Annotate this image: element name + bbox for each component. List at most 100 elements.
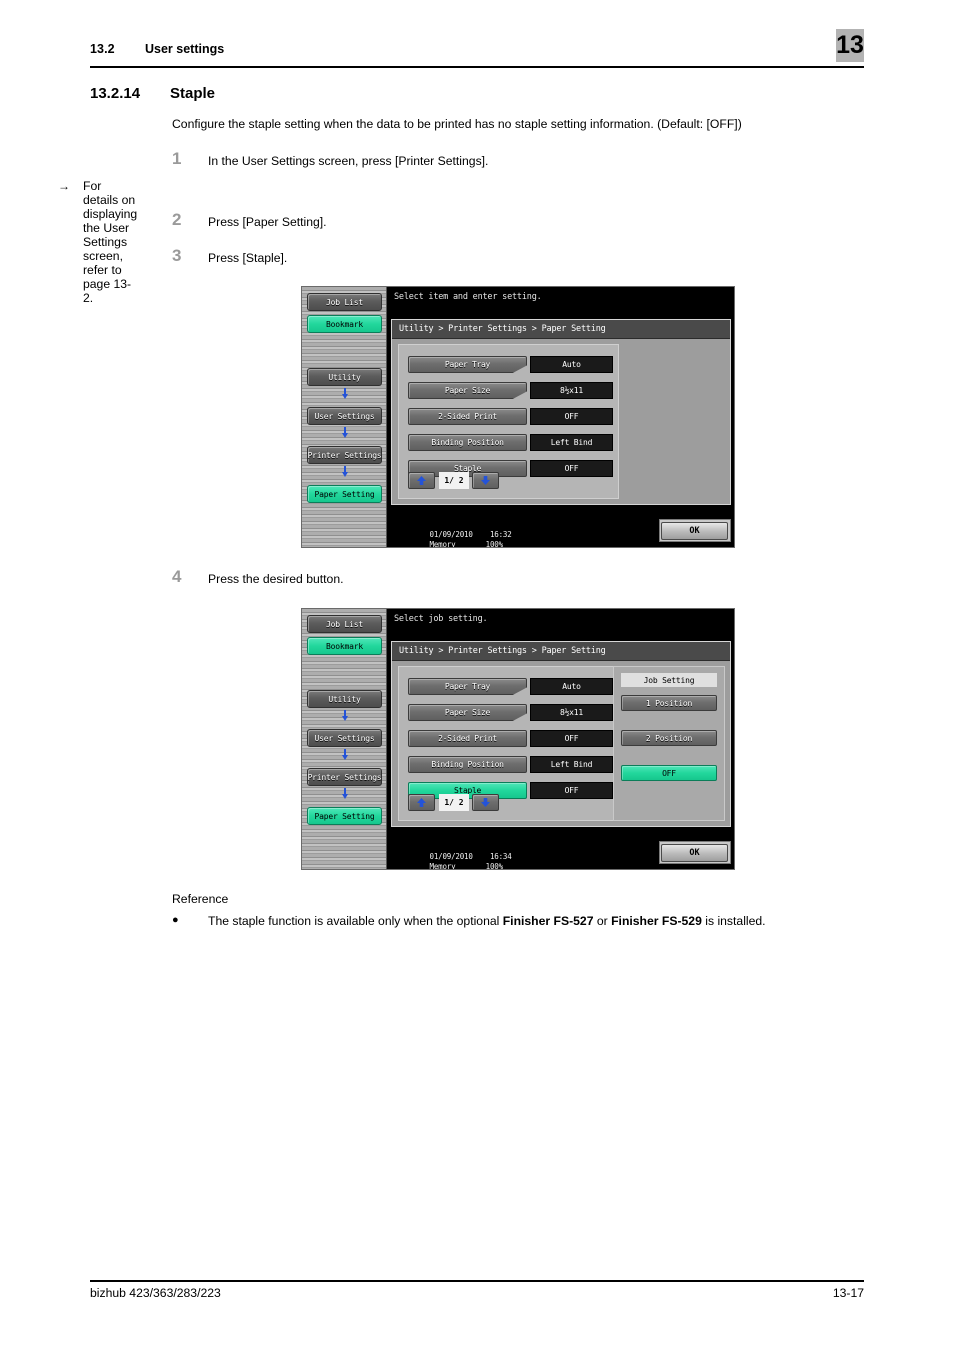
step-4-text: Press the desired button. bbox=[208, 572, 344, 586]
section-title: Staple bbox=[170, 85, 216, 102]
setting-label: 2-Sided Print bbox=[438, 734, 497, 743]
reference-text-mid: or bbox=[593, 914, 612, 928]
pagination: 1/ 2 bbox=[408, 472, 528, 489]
setting-value-binding-position: Left Bind bbox=[530, 756, 613, 773]
lcd-main-area: Select job setting. Utility > Printer Se… bbox=[387, 609, 734, 869]
sidebar-item-paper-setting[interactable]: Paper Setting bbox=[307, 807, 382, 825]
setting-label: Binding Position bbox=[431, 760, 504, 769]
lcd-sidebar: Job List Bookmark Utility User Settings … bbox=[302, 609, 387, 869]
sidebar-item-paper-setting[interactable]: Paper Setting bbox=[307, 485, 382, 503]
table-row: 2-Sided Print OFF bbox=[408, 408, 613, 425]
sidebar-item-label: Utility bbox=[328, 694, 361, 704]
reference-finisher-1: Finisher FS-527 bbox=[502, 914, 594, 928]
status-memory-label: Memory bbox=[429, 862, 456, 870]
reference-finisher-2: Finisher FS-529 bbox=[611, 914, 702, 928]
reference-text: The staple function is available only wh… bbox=[208, 914, 766, 928]
sidebar-item-utility[interactable]: Utility bbox=[307, 368, 382, 386]
lcd-content-panel: Utility > Printer Settings > Paper Setti… bbox=[391, 641, 731, 827]
step-4-number: 4 bbox=[172, 567, 182, 586]
sidebar-item-label: Utility bbox=[328, 372, 361, 382]
status-memory-value: 100% bbox=[485, 540, 503, 548]
footer-page-number: 13-17 bbox=[832, 1286, 864, 1300]
arrow-down-icon bbox=[341, 710, 349, 721]
arrow-down-icon bbox=[341, 427, 349, 438]
header-section-number: 13.2 bbox=[90, 42, 115, 56]
ok-button[interactable]: OK bbox=[661, 844, 728, 862]
option-label: 2 Position bbox=[645, 733, 693, 743]
job-setting-panel: Job Setting 1 Position 2 Position OFF bbox=[613, 666, 725, 821]
breadcrumb: Utility > Printer Settings > Paper Setti… bbox=[392, 320, 730, 339]
setting-button-paper-size[interactable]: Paper Size bbox=[408, 382, 527, 399]
section-number: 13.2.14 bbox=[90, 85, 141, 102]
sidebar-item-bookmark[interactable]: Bookmark bbox=[307, 315, 382, 333]
arrow-down-icon bbox=[341, 388, 349, 399]
status-memory-label: Memory bbox=[429, 540, 456, 548]
setting-label: 2-Sided Print bbox=[438, 412, 497, 421]
setting-value-paper-size: 8½x11 bbox=[530, 704, 613, 721]
page-indicator: 1/ 2 bbox=[439, 794, 469, 811]
sidebar-item-user-settings[interactable]: User Settings bbox=[307, 407, 382, 425]
ok-button[interactable]: OK bbox=[661, 522, 728, 540]
sidebar-item-label: Job List bbox=[326, 619, 363, 629]
sidebar-item-utility[interactable]: Utility bbox=[307, 690, 382, 708]
setting-value-binding-position: Left Bind bbox=[530, 434, 613, 451]
device-screenshot-staple-options: Job List Bookmark Utility User Settings … bbox=[301, 608, 735, 870]
arrow-up-icon[interactable] bbox=[408, 794, 435, 811]
status-memory: Memory 100% bbox=[395, 531, 504, 548]
sidebar-item-printer-settings[interactable]: Printer Settings bbox=[307, 768, 382, 786]
job-setting-option-2-position[interactable]: 2 Position bbox=[621, 730, 717, 746]
arrow-down-icon[interactable] bbox=[472, 794, 499, 811]
option-label: 1 Position bbox=[645, 698, 693, 708]
sidebar-item-label: Printer Settings bbox=[307, 772, 382, 782]
header-section-title: User settings bbox=[145, 42, 225, 56]
setting-button-2-sided-print[interactable]: 2-Sided Print bbox=[408, 408, 527, 425]
lcd-prompt: Select job setting. bbox=[394, 614, 488, 624]
status-memory-value: 100% bbox=[485, 862, 503, 870]
setting-label: Paper Size bbox=[444, 386, 491, 395]
arrow-up-icon[interactable] bbox=[408, 472, 435, 489]
lcd-main-area: Select item and enter setting. Utility >… bbox=[387, 287, 734, 547]
page-indicator: 1/ 2 bbox=[439, 472, 469, 489]
setting-button-paper-size[interactable]: Paper Size bbox=[408, 704, 527, 721]
setting-button-paper-tray[interactable]: Paper Tray bbox=[408, 678, 527, 695]
step-2-text: Press [Paper Setting]. bbox=[208, 215, 327, 229]
pagination: 1/ 2 bbox=[408, 794, 528, 811]
sidebar-item-bookmark[interactable]: Bookmark bbox=[307, 637, 382, 655]
job-setting-option-1-position[interactable]: 1 Position bbox=[621, 695, 717, 711]
arrow-down-icon bbox=[341, 466, 349, 477]
step-3-text: Press [Staple]. bbox=[208, 251, 288, 265]
sidebar-item-job-list[interactable]: Job List bbox=[307, 615, 382, 633]
table-row: Binding Position Left Bind bbox=[408, 756, 613, 773]
arrow-down-icon[interactable] bbox=[472, 472, 499, 489]
setting-button-paper-tray[interactable]: Paper Tray bbox=[408, 356, 527, 373]
setting-value-staple: OFF bbox=[530, 782, 613, 799]
device-screenshot-staple-list: Job List Bookmark Utility User Settings … bbox=[301, 286, 735, 548]
setting-label: Binding Position bbox=[431, 438, 504, 447]
setting-button-binding-position[interactable]: Binding Position bbox=[408, 434, 527, 451]
arrow-down-icon bbox=[341, 788, 349, 799]
footer-model: bizhub 423/363/283/223 bbox=[90, 1286, 221, 1300]
sidebar-item-job-list[interactable]: Job List bbox=[307, 293, 382, 311]
setting-button-2-sided-print[interactable]: 2-Sided Print bbox=[408, 730, 527, 747]
sidebar-item-label: Bookmark bbox=[326, 641, 363, 651]
setting-label: Paper Size bbox=[444, 708, 491, 717]
setting-value-2-sided-print: OFF bbox=[530, 408, 613, 425]
breadcrumb: Utility > Printer Settings > Paper Setti… bbox=[392, 642, 730, 661]
setting-value-staple: OFF bbox=[530, 460, 613, 477]
setting-button-binding-position[interactable]: Binding Position bbox=[408, 756, 527, 773]
lcd-sidebar: Job List Bookmark Utility User Settings … bbox=[302, 287, 387, 547]
sidebar-item-label: Paper Setting bbox=[314, 811, 375, 821]
sidebar-item-label: Bookmark bbox=[326, 319, 363, 329]
arrow-right-icon: → bbox=[58, 179, 70, 193]
sidebar-item-label: Paper Setting bbox=[314, 489, 375, 499]
sidebar-item-printer-settings[interactable]: Printer Settings bbox=[307, 446, 382, 464]
ok-button-frame: OK bbox=[659, 519, 731, 542]
setting-label: Paper Tray bbox=[444, 360, 491, 369]
reference-text-before: The staple function is available only wh… bbox=[208, 914, 503, 928]
table-row: 2-Sided Print OFF bbox=[408, 730, 613, 747]
sidebar-item-user-settings[interactable]: User Settings bbox=[307, 729, 382, 747]
arrow-down-icon bbox=[341, 749, 349, 760]
job-setting-title: Job Setting bbox=[621, 673, 717, 687]
step-1-text: In the User Settings screen, press [Prin… bbox=[208, 154, 489, 168]
job-setting-option-off[interactable]: OFF bbox=[621, 765, 717, 781]
